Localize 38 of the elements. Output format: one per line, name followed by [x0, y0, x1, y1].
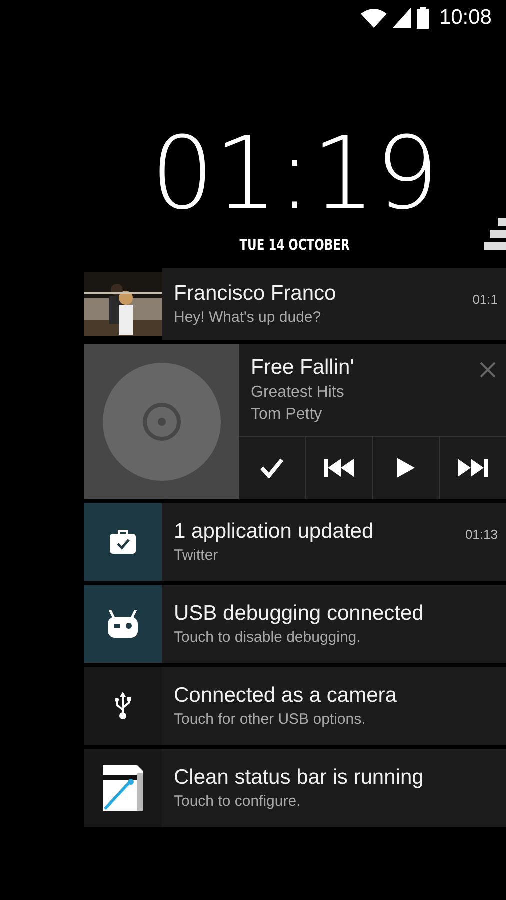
status-time: 10:08: [439, 6, 492, 30]
previous-icon: [324, 459, 354, 477]
notification-card[interactable]: Connected as a camera Touch for other USB options.: [84, 667, 506, 745]
lock-clock-time: 01:19: [150, 118, 440, 230]
notification-title: Clean status bar is running: [174, 766, 424, 790]
notification-text: Touch to configure.: [174, 793, 301, 810]
notification-card[interactable]: USB debugging connected Touch to disable debugging.: [84, 585, 506, 663]
app-icon: [103, 765, 143, 811]
notification-time: 01:13: [465, 527, 498, 542]
notification-time: 01:1: [472, 292, 498, 307]
notification-title: USB debugging connected: [174, 602, 424, 626]
notification-card[interactable]: Clean status bar is running Touch to configure.: [84, 749, 506, 827]
usb-icon: [114, 692, 132, 720]
notification-text: Hey! What's up dude?: [174, 309, 322, 326]
briefcase-check-icon: [110, 530, 136, 554]
notification-title: Connected as a camera: [174, 684, 397, 708]
play-icon: [397, 458, 415, 478]
notification-text: Touch for other USB options.: [174, 711, 366, 728]
battery-icon: [417, 7, 430, 29]
media-notification[interactable]: Free Fallin' Greatest Hits Tom Petty: [84, 344, 506, 499]
wifi-icon: [361, 8, 388, 28]
robot-icon: [108, 610, 138, 638]
album-name: Greatest Hits: [251, 384, 344, 402]
close-icon[interactable]: [480, 362, 496, 378]
signal-icon: [393, 8, 412, 28]
notification-card[interactable]: 1 application updated Twitter 01:13: [84, 503, 506, 581]
notification-text: Twitter: [174, 547, 218, 564]
check-icon: [260, 458, 284, 478]
artist-name: Tom Petty: [251, 406, 322, 424]
lock-clock-date: TUE 14 OCTOBER: [240, 236, 350, 254]
notification-title: Francisco Franco: [174, 282, 336, 306]
notification-text: Touch to disable debugging.: [174, 629, 361, 646]
disc-icon: [102, 362, 220, 480]
song-title: Free Fallin': [251, 356, 354, 380]
next-icon: [458, 459, 488, 477]
stairs-icon[interactable]: [484, 218, 506, 250]
notification-card[interactable]: Francisco Franco Hey! What's up dude? 01:1: [84, 268, 506, 340]
notification-title: 1 application updated: [174, 520, 374, 544]
